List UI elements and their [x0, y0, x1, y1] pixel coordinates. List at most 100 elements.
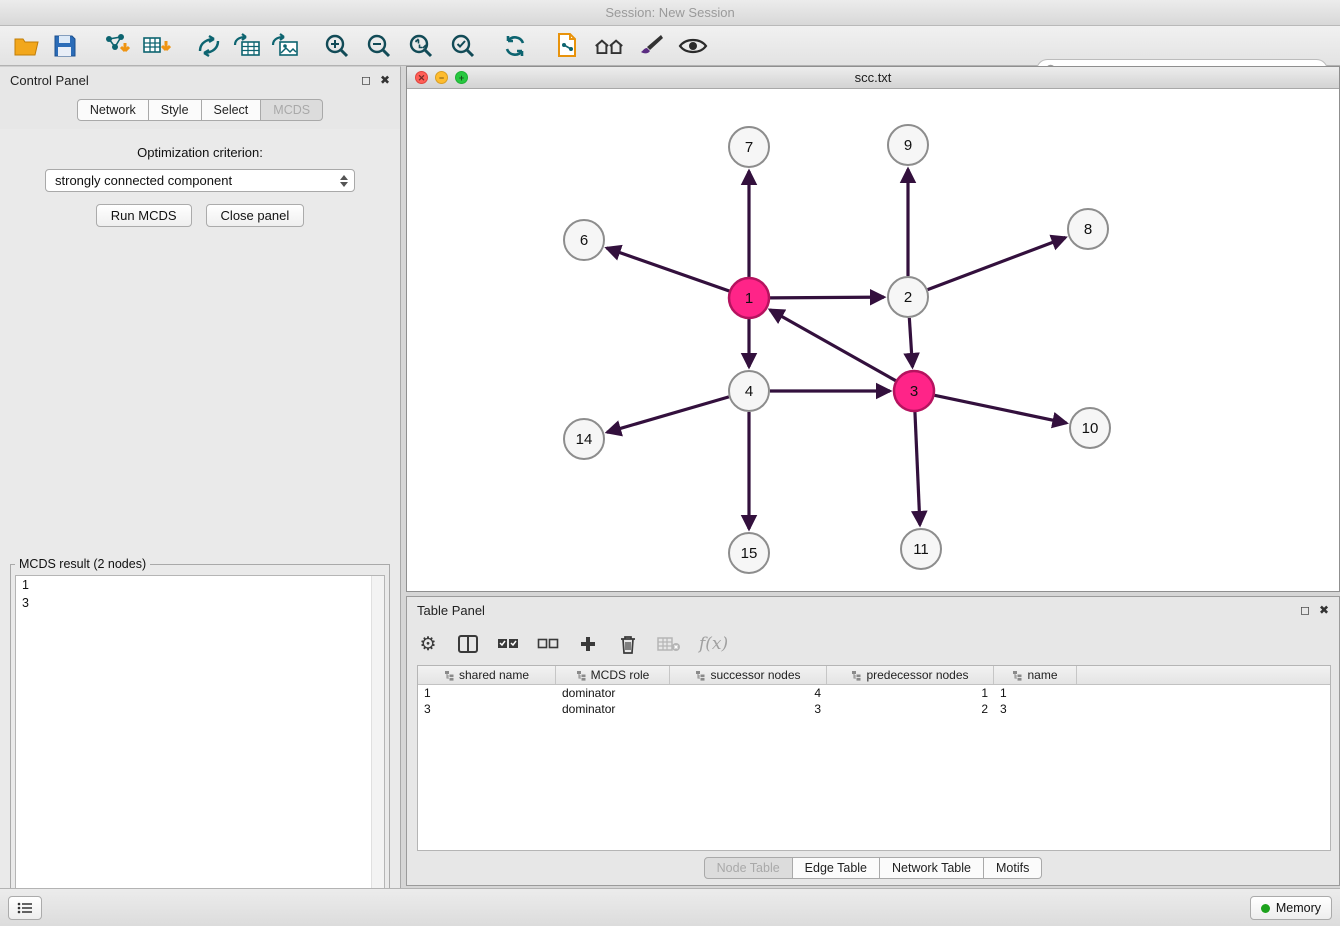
table-row[interactable]: 1dominator411 [418, 685, 1330, 701]
optimization-criterion-select[interactable]: strongly connected component [45, 169, 355, 192]
status-bar: Memory [0, 888, 1340, 926]
graph-edge-1-2[interactable] [770, 297, 884, 298]
float-panel-icon[interactable]: ◻ [361, 74, 371, 86]
open-file-icon[interactable] [12, 31, 42, 61]
table-cell[interactable]: 3 [994, 701, 1077, 717]
svg-text:8: 8 [1084, 221, 1092, 238]
graph-node-8[interactable]: 8 [1068, 209, 1108, 249]
graph-edge-3-1[interactable] [770, 310, 896, 381]
sort-icon [576, 670, 587, 681]
add-row-icon[interactable] [577, 632, 599, 656]
graph-node-6[interactable]: 6 [564, 220, 604, 260]
network-canvas[interactable]: 7 9 6 8 1 2 4 3 14 10 15 11 [407, 89, 1339, 591]
delete-row-icon[interactable] [617, 632, 639, 656]
svg-text:3: 3 [910, 383, 918, 400]
close-window-icon[interactable]: ✕ [415, 71, 428, 84]
tab-network-table[interactable]: Network Table [880, 857, 984, 879]
graph-edge-1-6[interactable] [607, 248, 730, 291]
graph-node-9[interactable]: 9 [888, 125, 928, 165]
graph-node-3[interactable]: 3 [894, 371, 934, 411]
table-cell[interactable]: 3 [670, 701, 827, 717]
sort-icon [695, 670, 706, 681]
table-cell[interactable]: 1 [418, 685, 556, 701]
column-visibility-icon[interactable] [457, 632, 479, 656]
maximize-window-icon[interactable]: + [455, 71, 468, 84]
table-settings-gear-icon[interactable]: ⚙ [417, 632, 439, 656]
node-table[interactable]: shared nameMCDS rolesuccessor nodesprede… [417, 665, 1331, 851]
graph-node-4[interactable]: 4 [729, 371, 769, 411]
paint-style-icon[interactable] [636, 31, 666, 61]
mcds-result-list[interactable]: 13 [15, 575, 385, 926]
graph-node-7[interactable]: 7 [729, 127, 769, 167]
graph-node-14[interactable]: 14 [564, 419, 604, 459]
table-cell[interactable]: 4 [670, 685, 827, 701]
home-icon[interactable] [594, 31, 624, 61]
graph-edge-2-8[interactable] [928, 237, 1066, 289]
zoom-selected-icon[interactable] [448, 31, 478, 61]
eye-icon[interactable] [678, 31, 708, 61]
minimize-window-icon[interactable]: − [435, 71, 448, 84]
column-header-name[interactable]: name [994, 666, 1077, 684]
svg-text:15: 15 [741, 545, 758, 562]
result-item[interactable]: 1 [16, 576, 384, 594]
table-cell[interactable]: 1 [994, 685, 1077, 701]
table-cell[interactable]: 2 [827, 701, 994, 717]
graph-edge-3-10[interactable] [935, 395, 1067, 423]
tab-style[interactable]: Style [149, 99, 202, 121]
refresh-layout-icon[interactable] [500, 31, 530, 61]
column-header-successor-nodes[interactable]: successor nodes [670, 666, 827, 684]
zoom-out-icon[interactable] [364, 31, 394, 61]
table-cell[interactable]: 3 [418, 701, 556, 717]
graph-node-2[interactable]: 2 [888, 277, 928, 317]
table-cell[interactable]: dominator [556, 685, 670, 701]
graph-edge-4-14[interactable] [607, 397, 729, 432]
tab-mcds[interactable]: MCDS [261, 99, 323, 121]
control-panel: Control Panel ◻ ✖ NetworkStyleSelectMCDS… [0, 66, 401, 888]
memory-button[interactable]: Memory [1250, 896, 1332, 920]
table-cell[interactable]: dominator [556, 701, 670, 717]
run-mcds-button[interactable]: Run MCDS [96, 204, 192, 227]
memory-label: Memory [1276, 901, 1321, 915]
deselect-all-icon[interactable] [537, 632, 559, 656]
tab-node-table[interactable]: Node Table [704, 857, 793, 879]
show-panels-button[interactable] [8, 896, 42, 920]
close-table-panel-icon[interactable]: ✖ [1319, 603, 1329, 617]
column-header-MCDS-role[interactable]: MCDS role [556, 666, 670, 684]
zoom-fit-icon[interactable] [406, 31, 436, 61]
import-table-icon[interactable] [142, 31, 172, 61]
zoom-in-icon[interactable] [322, 31, 352, 61]
tab-select[interactable]: Select [202, 99, 262, 121]
copy-document-icon[interactable] [552, 31, 582, 61]
float-table-panel-icon[interactable]: ◻ [1300, 603, 1310, 617]
svg-text:14: 14 [576, 431, 593, 448]
svg-text:1: 1 [745, 290, 753, 307]
column-header-shared-name[interactable]: shared name [418, 666, 556, 684]
result-item[interactable]: 3 [16, 594, 384, 612]
network-view-window: ✕ − + scc.txt 7968124314101511 [406, 66, 1340, 592]
graph-node-15[interactable]: 15 [729, 533, 769, 573]
close-panel-button[interactable]: Close panel [206, 204, 305, 227]
window-title: Session: New Session [0, 0, 1340, 26]
column-header-predecessor-nodes[interactable]: predecessor nodes [827, 666, 994, 684]
select-all-icon[interactable] [497, 632, 519, 656]
graph-node-11[interactable]: 11 [901, 529, 941, 569]
svg-text:10: 10 [1082, 420, 1099, 437]
graph-node-10[interactable]: 10 [1070, 408, 1110, 448]
table-cell[interactable]: 1 [827, 685, 994, 701]
table-row[interactable]: 3dominator323 [418, 701, 1330, 717]
tab-motifs[interactable]: Motifs [984, 857, 1042, 879]
graph-edge-3-11[interactable] [915, 412, 920, 525]
export-table-icon[interactable] [232, 31, 262, 61]
graph-node-1[interactable]: 1 [729, 278, 769, 318]
chevron-updown-icon [337, 172, 350, 189]
result-scrollbar[interactable] [371, 576, 384, 926]
close-panel-icon[interactable]: ✖ [380, 74, 390, 86]
tab-edge-table[interactable]: Edge Table [793, 857, 880, 879]
graph-edge-2-3[interactable] [909, 318, 912, 367]
export-image-icon[interactable] [270, 31, 300, 61]
tab-network[interactable]: Network [77, 99, 149, 121]
save-session-icon[interactable] [50, 31, 80, 61]
share-network-icon[interactable] [194, 31, 224, 61]
import-network-icon[interactable] [102, 31, 132, 61]
sort-icon [1012, 670, 1023, 681]
